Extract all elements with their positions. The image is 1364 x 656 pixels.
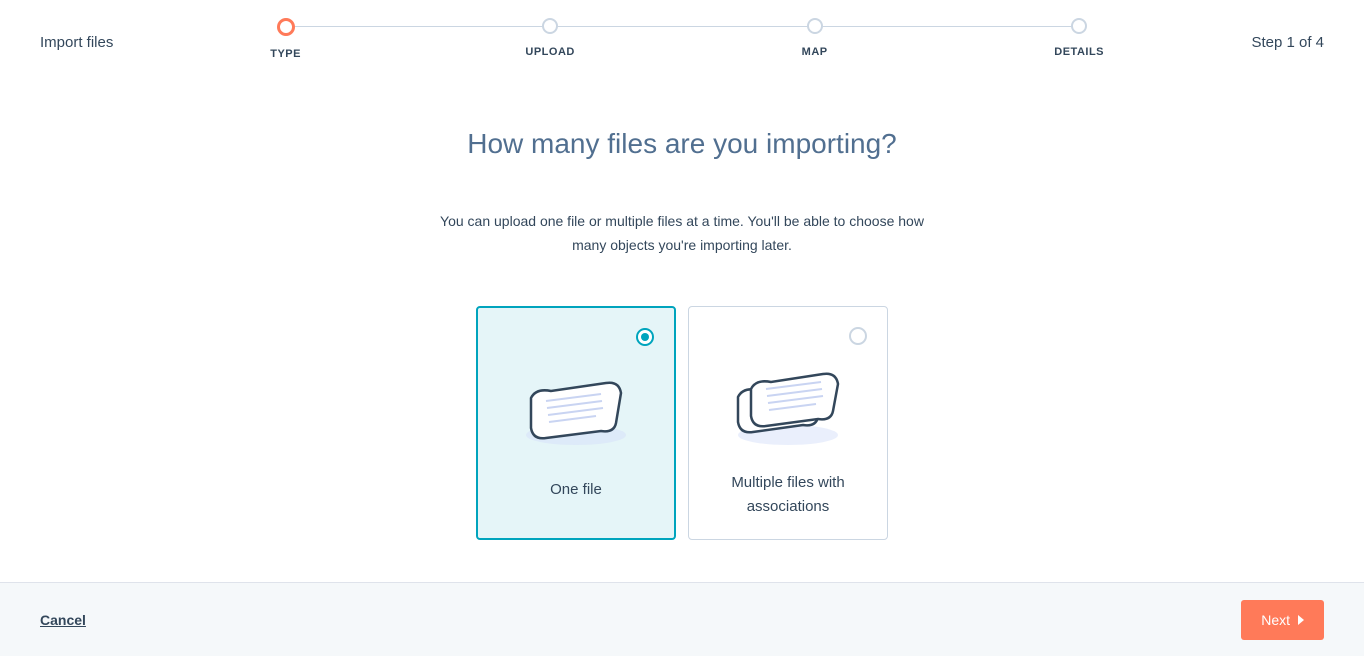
radio-icon xyxy=(636,328,654,346)
step-label: UPLOAD xyxy=(525,46,574,58)
step-label: DETAILS xyxy=(1054,46,1104,58)
main-subtitle: You can upload one file or multiple file… xyxy=(422,210,942,258)
step-map[interactable]: MAP xyxy=(682,18,947,58)
page-label: Import files xyxy=(40,18,113,51)
cancel-button[interactable]: Cancel xyxy=(40,612,86,628)
step-type[interactable]: TYPE xyxy=(153,18,418,60)
main-content: How many files are you importing? You ca… xyxy=(0,78,1364,582)
step-label: MAP xyxy=(802,46,828,58)
file-illustration-icon xyxy=(511,358,641,458)
footer: Cancel Next xyxy=(0,582,1364,656)
chevron-right-icon xyxy=(1298,615,1304,625)
next-button[interactable]: Next xyxy=(1241,600,1324,640)
main-title: How many files are you importing? xyxy=(467,128,897,160)
files-illustration-icon xyxy=(723,357,853,451)
card-one-file[interactable]: One file xyxy=(476,306,676,540)
step-connector-icon xyxy=(815,26,1080,27)
header: Import files TYPE UPLOAD MAP DETAILS Ste… xyxy=(0,0,1364,78)
card-label: Multiple files with associations xyxy=(709,471,867,519)
card-label: One file xyxy=(550,478,602,502)
step-circle-icon xyxy=(807,18,823,34)
step-connector-icon xyxy=(550,26,815,27)
card-multiple-files[interactable]: Multiple files with associations xyxy=(688,306,888,540)
step-circle-icon xyxy=(1071,18,1087,34)
next-button-label: Next xyxy=(1261,612,1290,628)
step-connector-icon xyxy=(286,26,551,27)
radio-inner-icon xyxy=(641,333,649,341)
step-details[interactable]: DETAILS xyxy=(947,18,1212,58)
radio-icon xyxy=(849,327,867,345)
step-circle-icon xyxy=(542,18,558,34)
step-counter: Step 1 of 4 xyxy=(1251,18,1324,51)
step-label: TYPE xyxy=(270,48,301,60)
step-circle-icon xyxy=(277,18,295,36)
stepper: TYPE UPLOAD MAP DETAILS xyxy=(153,18,1211,60)
step-upload[interactable]: UPLOAD xyxy=(418,18,683,58)
option-cards: One file Multiple files with association… xyxy=(476,306,888,540)
